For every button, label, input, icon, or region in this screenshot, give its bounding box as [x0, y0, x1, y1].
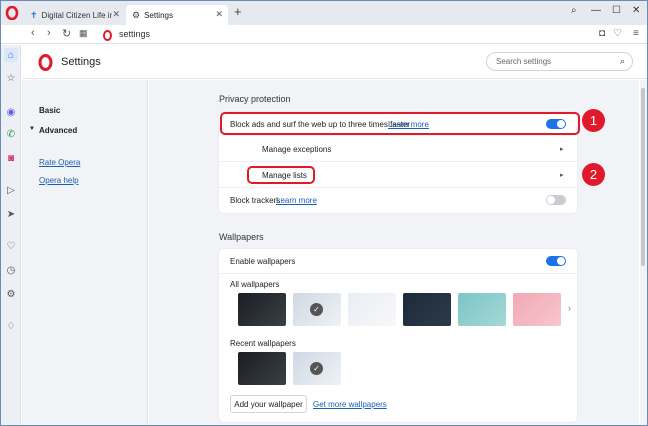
heart-icon[interactable]: ♡ — [613, 28, 622, 39]
search-input[interactable]: Search settings ⌕ — [486, 52, 633, 71]
tab-favicon-icon: ✝ — [30, 9, 38, 20]
privacy-heading: Privacy protection — [219, 94, 291, 104]
instagram-icon[interactable]: ◙ — [4, 151, 18, 165]
page-scrollbar[interactable] — [640, 80, 647, 425]
caret-down-icon: ▼ — [29, 126, 35, 132]
wallpaper-thumb-selected[interactable]: ✓ — [293, 293, 341, 326]
gear-icon: ⚙ — [132, 9, 141, 20]
opera-page-icon — [102, 28, 113, 41]
messenger-icon[interactable]: ◉ — [4, 105, 18, 119]
settings-nav: Basic ▼ Advanced Rate Opera Opera help — [22, 80, 148, 425]
chevron-right-icon[interactable]: › — [568, 303, 571, 313]
bookmarks-heart-icon[interactable]: ♡ — [4, 239, 18, 253]
callout-box-manage-lists — [247, 166, 315, 184]
add-wallpaper-button[interactable]: Add your wallpaper — [230, 395, 307, 413]
settings-gear-icon[interactable]: ⚙ — [4, 287, 18, 301]
tab-digital-citizen[interactable]: ✝ Digital Citizen Life in a digi ✕ — [24, 5, 125, 25]
search-tabs-icon[interactable]: ⌕ — [571, 5, 577, 16]
nav-basic[interactable]: Basic — [39, 106, 60, 115]
close-tab-icon[interactable]: ✕ — [112, 9, 120, 20]
manage-exceptions-row[interactable]: Manage exceptions ▸ — [219, 136, 577, 162]
callout-badge-2: 2 — [582, 163, 605, 186]
address-bar: ‹ › ↻ ▦ settings ◘ ♡ ≡ — [1, 25, 647, 44]
browser-sidebar: ⌂ ☆ ◉ ✆ ◙ ▷ ➤ ♡ ◷ ⚙ ♢ — [1, 45, 21, 425]
chevron-right-icon: ▸ — [560, 172, 564, 179]
callout-badge-1: 1 — [582, 109, 605, 132]
callout-box-block-ads — [220, 112, 580, 135]
tips-icon[interactable]: ♢ — [4, 319, 18, 333]
rate-opera-link[interactable]: Rate Opera — [39, 158, 80, 167]
speed-dial-icon[interactable]: ▦ — [79, 28, 88, 39]
wallpaper-thumb[interactable] — [458, 293, 506, 326]
url-text[interactable]: settings — [119, 29, 150, 39]
chevron-right-icon: ▸ — [560, 146, 564, 153]
recent-wallpapers-label: Recent wallpapers — [230, 339, 296, 348]
player-icon[interactable]: ▷ — [4, 183, 18, 197]
home-icon[interactable]: ⌂ — [4, 48, 18, 62]
page-title: Settings — [61, 56, 101, 68]
wallpapers-heading: Wallpapers — [219, 232, 264, 242]
get-more-wallpapers-link[interactable]: Get more wallpapers — [313, 400, 387, 409]
title-bar: ✝ Digital Citizen Life in a digi ✕ ⚙ Set… — [1, 1, 647, 25]
easy-setup-icon[interactable]: ≡ — [633, 28, 639, 39]
new-tab-button[interactable]: + — [234, 4, 242, 19]
manage-exceptions-label: Manage exceptions — [262, 145, 332, 154]
enable-wallpapers-toggle[interactable] — [546, 256, 566, 266]
scrollbar-thumb[interactable] — [641, 88, 645, 266]
history-icon[interactable]: ◷ — [4, 263, 18, 277]
search-icon: ⌕ — [619, 56, 625, 66]
wallpapers-card: Enable wallpapers All wallpapers ✓ › Rec… — [219, 249, 577, 422]
block-trackers-row: Block trackers Learn more — [219, 188, 577, 213]
search-placeholder: Search settings — [496, 57, 552, 66]
close-window-button[interactable]: ✕ — [632, 5, 640, 16]
enable-wallpapers-label: Enable wallpapers — [230, 257, 296, 266]
minimize-button[interactable]: — — [591, 5, 601, 16]
block-trackers-toggle[interactable] — [546, 195, 566, 205]
wallpaper-thumb[interactable] — [348, 293, 396, 326]
block-trackers-learn-more[interactable]: Learn more — [276, 196, 317, 205]
close-tab-icon[interactable]: ✕ — [215, 9, 223, 20]
nav-advanced[interactable]: Advanced — [39, 126, 77, 135]
opera-logo-icon — [37, 54, 54, 71]
tab-label: Settings — [144, 10, 173, 20]
browser-window: ✝ Digital Citizen Life in a digi ✕ ⚙ Set… — [0, 0, 648, 426]
opera-help-link[interactable]: Opera help — [39, 176, 79, 185]
tab-settings[interactable]: ⚙ Settings ✕ — [126, 5, 228, 25]
wallpaper-thumb[interactable] — [513, 293, 561, 326]
check-icon: ✓ — [310, 362, 323, 375]
wallpaper-thumb[interactable] — [403, 293, 451, 326]
check-icon: ✓ — [310, 303, 323, 316]
back-button[interactable]: ‹ — [31, 27, 35, 39]
reload-button[interactable]: ↻ — [62, 27, 71, 40]
block-trackers-label: Block trackers — [230, 196, 281, 205]
recent-wallpaper-thumb-selected[interactable]: ✓ — [293, 352, 341, 385]
whatsapp-icon[interactable]: ✆ — [4, 127, 18, 141]
recent-wallpaper-thumb[interactable] — [238, 352, 286, 385]
settings-header: Settings Search settings ⌕ — [22, 45, 647, 79]
wallpaper-thumb[interactable] — [238, 293, 286, 326]
settings-main: Privacy protection Block ads and surf th… — [149, 80, 639, 425]
star-icon[interactable]: ☆ — [4, 71, 18, 85]
tab-label: Digital Citizen Life in a digi — [41, 10, 112, 20]
send-icon[interactable]: ➤ — [4, 207, 18, 221]
all-wallpapers-label: All wallpapers — [230, 280, 280, 289]
maximize-button[interactable]: ☐ — [612, 5, 621, 16]
forward-button[interactable]: › — [47, 27, 51, 39]
opera-menu-icon[interactable] — [5, 6, 19, 20]
camera-icon[interactable]: ◘ — [599, 28, 605, 39]
